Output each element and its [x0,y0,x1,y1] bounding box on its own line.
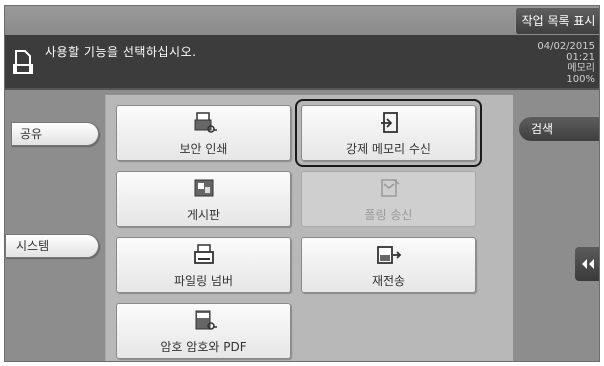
secure-print-label: 보안 인쇄 [179,142,228,156]
document-icon [13,50,33,74]
tab-system[interactable]: 시스템 [5,234,99,258]
instruction-message: 사용할 기능을 선택하십시오. [45,45,197,59]
message-bar: 사용할 기능을 선택하십시오. 04/02/2015 01:21 메모리 100… [5,35,599,90]
right-tab-column: 검색 [513,95,599,361]
filing-number-label: 파일링 넘버 [173,274,233,288]
tab-share[interactable]: 공유 [11,122,99,146]
bulletin-board-icon [194,179,213,197]
polling-tx-icon [380,179,399,197]
retransmit-label: 재전송 [371,274,406,288]
filing-number-icon [193,244,214,264]
retransmit-icon [376,246,401,264]
secure-print-button[interactable]: 보안 인쇄 [116,105,291,161]
tab-search[interactable]: 검색 [519,117,599,141]
bulletin-board-label: 게시판 [186,208,221,222]
left-tab-column: 공유 시스템 [5,90,105,361]
status-time: 01:21 [566,52,595,63]
encrypted-pdf-button[interactable]: 암호 암호와 PDF [116,303,291,359]
function-area: 보안 인쇄 강제 메모리 수신 게시판 폴링 송신 파일링 넘버 재전송 암호 … [105,95,513,361]
status-date: 04/02/2015 [537,41,595,52]
filing-number-button[interactable]: 파일링 넘버 [116,237,291,293]
device-panel: 작업 목록 표시 사용할 기능을 선택하십시오. 04/02/2015 01:2… [4,5,600,362]
bulletin-board-button[interactable]: 게시판 [116,171,291,227]
collapse-button[interactable] [575,247,599,281]
polling-tx-button[interactable]: 폴링 송신 [301,171,476,227]
top-bar: 작업 목록 표시 [5,6,599,35]
double-chevron-left-icon [582,259,594,269]
retransmit-button[interactable]: 재전송 [301,237,476,293]
status-info: 04/02/2015 01:21 메모리 100% [485,41,595,85]
selection-highlight [295,99,482,167]
status-memory-label: 메모리 [567,63,595,74]
job-list-button[interactable]: 작업 목록 표시 [515,8,599,34]
status-memory-value: 100% [566,74,595,85]
encrypted-pdf-icon [195,310,217,330]
secure-print-icon [194,112,217,133]
polling-tx-label: 폴링 송신 [364,208,413,222]
encrypted-pdf-label: 암호 암호와 PDF [160,340,247,354]
